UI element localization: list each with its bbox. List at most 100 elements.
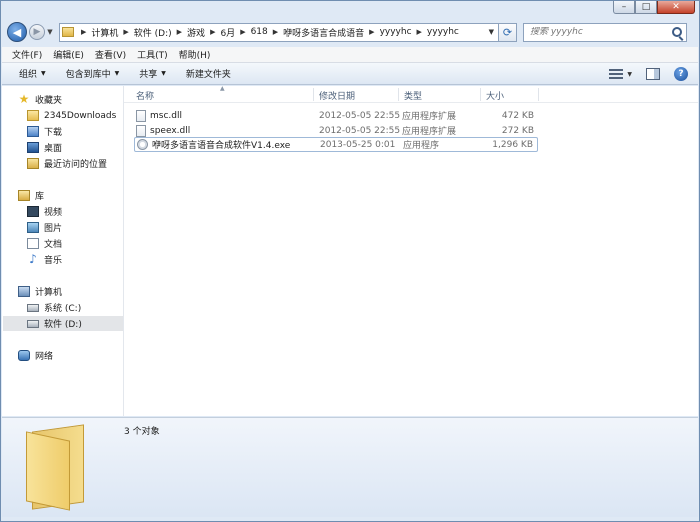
file-name: 咿呀多语言语音合成软件V1.4.exe bbox=[152, 141, 291, 151]
pictures-icon bbox=[27, 222, 39, 233]
maximize-button[interactable]: □ bbox=[635, 1, 657, 14]
nav-desktop-label: 桌面 bbox=[44, 144, 63, 154]
nav-videos[interactable]: 视频 bbox=[27, 204, 123, 219]
breadcrumb-computer[interactable]: 计算机 bbox=[91, 26, 118, 39]
menu-tools[interactable]: 工具(T) bbox=[137, 48, 168, 61]
menu-bar: 文件(F) 编辑(E) 查看(V) 工具(T) 帮助(H) bbox=[2, 47, 698, 63]
file-type: 应用程序扩展 bbox=[402, 127, 457, 137]
nav-libraries[interactable]: 库 bbox=[18, 188, 123, 203]
nav-favorites[interactable]: ★ 收藏夹 bbox=[18, 92, 123, 107]
column-date-modified[interactable]: 修改日期 bbox=[319, 89, 355, 102]
library-icon bbox=[18, 190, 30, 201]
file-row[interactable]: speex.dll 2012-05-05 22:55 应用程序扩展 272 KB bbox=[134, 123, 538, 138]
file-list: 名称 ▲ 修改日期 类型 大小 msc.dll 2012-05-05 22:55… bbox=[124, 85, 698, 416]
explorer-window: – □ ✕ ◀ ▶ ▼ ▶ 计算机 ▶ 软件 (D:) ▶ 游戏 ▶ 6月 ▶ … bbox=[0, 0, 700, 522]
network-icon bbox=[18, 350, 30, 361]
breadcrumb-yyyyhc-parent[interactable]: yyyyhc bbox=[380, 27, 412, 37]
chevron-right-icon[interactable]: ▶ bbox=[369, 28, 374, 36]
nav-recent-places[interactable]: 最近访问的位置 bbox=[27, 156, 123, 171]
file-size: 272 KB bbox=[501, 125, 534, 136]
file-date: 2013-05-25 0:01 bbox=[320, 139, 396, 150]
nav-pictures[interactable]: 图片 bbox=[27, 220, 123, 235]
chevron-right-icon[interactable]: ▶ bbox=[417, 28, 422, 36]
nav-drive-d[interactable]: 软件 (D:) bbox=[3, 316, 123, 331]
breadcrumb-yyyyhc[interactable]: yyyyhc bbox=[427, 27, 459, 37]
nav-computer-label: 计算机 bbox=[35, 288, 63, 298]
breadcrumb-618[interactable]: 618 bbox=[251, 27, 268, 37]
chevron-right-icon[interactable]: ▶ bbox=[81, 28, 86, 36]
nav-documents[interactable]: 文档 bbox=[27, 236, 123, 251]
menu-file[interactable]: 文件(F) bbox=[12, 48, 42, 61]
menu-help[interactable]: 帮助(H) bbox=[179, 48, 211, 61]
file-row[interactable]: msc.dll 2012-05-05 22:55 应用程序扩展 472 KB bbox=[134, 108, 538, 123]
close-button[interactable]: ✕ bbox=[657, 1, 695, 14]
menu-view[interactable]: 查看(V) bbox=[95, 48, 126, 61]
forward-button[interactable]: ▶ bbox=[29, 24, 45, 40]
chevron-right-icon[interactable]: ▶ bbox=[177, 28, 182, 36]
search-box[interactable] bbox=[523, 22, 687, 42]
column-divider[interactable] bbox=[480, 88, 481, 101]
chevron-right-icon[interactable]: ▶ bbox=[210, 28, 215, 36]
search-input[interactable] bbox=[530, 27, 670, 37]
nav-computer[interactable]: 计算机 bbox=[18, 284, 123, 299]
arrow-right-icon: ▶ bbox=[33, 27, 41, 37]
share-button[interactable]: 共享 ▼ bbox=[139, 67, 166, 80]
nav-network-label: 网络 bbox=[35, 352, 54, 362]
include-in-library-label: 包含到库中 bbox=[65, 70, 111, 80]
nav-drive-c[interactable]: 系统 (C:) bbox=[27, 300, 123, 315]
column-divider[interactable] bbox=[538, 88, 539, 101]
address-bar[interactable]: ▶ 计算机 ▶ 软件 (D:) ▶ 游戏 ▶ 6月 ▶ 618 ▶ 咿呀多语言合… bbox=[59, 22, 499, 42]
recent-places-icon bbox=[27, 158, 39, 169]
column-divider[interactable] bbox=[398, 88, 399, 101]
nav-videos-label: 视频 bbox=[44, 208, 63, 218]
nav-2345downloads-label: 2345Downloads bbox=[44, 110, 117, 121]
breadcrumb-june[interactable]: 6月 bbox=[220, 26, 235, 39]
download-folder-icon bbox=[27, 126, 39, 137]
nav-desktop[interactable]: 桌面 bbox=[27, 140, 123, 155]
address-dropdown-icon[interactable]: ▼ bbox=[489, 28, 494, 36]
organize-label: 组织 bbox=[19, 70, 38, 80]
new-folder-button[interactable]: 新建文件夹 bbox=[186, 67, 231, 80]
include-in-library-button[interactable]: 包含到库中 ▼ bbox=[66, 67, 120, 80]
file-row[interactable]: 咿呀多语言语音合成软件V1.4.exe 2013-05-25 0:01 应用程序… bbox=[134, 137, 538, 152]
recent-pages-dropdown[interactable]: ▼ bbox=[45, 28, 55, 36]
column-divider[interactable] bbox=[313, 88, 314, 101]
arrow-left-icon: ◀ bbox=[12, 25, 22, 39]
organize-button[interactable]: 组织 ▼ bbox=[19, 67, 46, 80]
nav-2345downloads[interactable]: 2345Downloads bbox=[27, 108, 123, 123]
drive-icon bbox=[27, 319, 39, 328]
view-options-dropdown[interactable]: ▼ bbox=[627, 71, 632, 78]
nav-network[interactable]: 网络 bbox=[18, 348, 123, 363]
video-icon bbox=[27, 206, 39, 217]
sort-ascending-icon: ▲ bbox=[220, 85, 225, 92]
preview-pane-icon[interactable] bbox=[646, 68, 660, 80]
column-size[interactable]: 大小 bbox=[486, 89, 504, 102]
file-type: 应用程序扩展 bbox=[402, 112, 457, 122]
breadcrumb-app-folder[interactable]: 咿呀多语言合成语音 bbox=[283, 26, 364, 39]
menu-edit[interactable]: 编辑(E) bbox=[53, 48, 84, 61]
refresh-button[interactable]: ⟳ bbox=[499, 22, 517, 42]
column-type[interactable]: 类型 bbox=[404, 89, 422, 102]
nav-recent-places-label: 最近访问的位置 bbox=[44, 160, 108, 170]
minimize-button[interactable]: – bbox=[613, 1, 635, 14]
folder-icon bbox=[62, 27, 74, 37]
chevron-right-icon[interactable]: ▶ bbox=[240, 28, 245, 36]
nav-downloads[interactable]: 下载 bbox=[27, 124, 123, 139]
back-button[interactable]: ◀ bbox=[7, 22, 27, 42]
help-icon[interactable]: ? bbox=[674, 67, 688, 81]
breadcrumb-games[interactable]: 游戏 bbox=[187, 26, 205, 39]
nav-music[interactable]: ♪ 音乐 bbox=[27, 252, 123, 267]
search-icon[interactable] bbox=[672, 26, 682, 37]
dll-file-icon bbox=[136, 109, 146, 122]
chevron-right-icon[interactable]: ▶ bbox=[273, 28, 278, 36]
chevron-right-icon[interactable]: ▶ bbox=[123, 28, 128, 36]
chevron-down-icon: ▼ bbox=[161, 70, 166, 77]
address-row: ◀ ▶ ▼ ▶ 计算机 ▶ 软件 (D:) ▶ 游戏 ▶ 6月 ▶ 618 ▶ … bbox=[7, 20, 693, 44]
nav-favorites-label: 收藏夹 bbox=[35, 96, 63, 106]
change-view-icon[interactable] bbox=[609, 69, 624, 79]
drive-icon bbox=[27, 303, 39, 312]
column-name[interactable]: 名称 bbox=[136, 89, 154, 102]
computer-icon bbox=[18, 286, 30, 297]
breadcrumb-drive-d[interactable]: 软件 (D:) bbox=[134, 26, 172, 39]
file-type: 应用程序 bbox=[403, 141, 440, 151]
